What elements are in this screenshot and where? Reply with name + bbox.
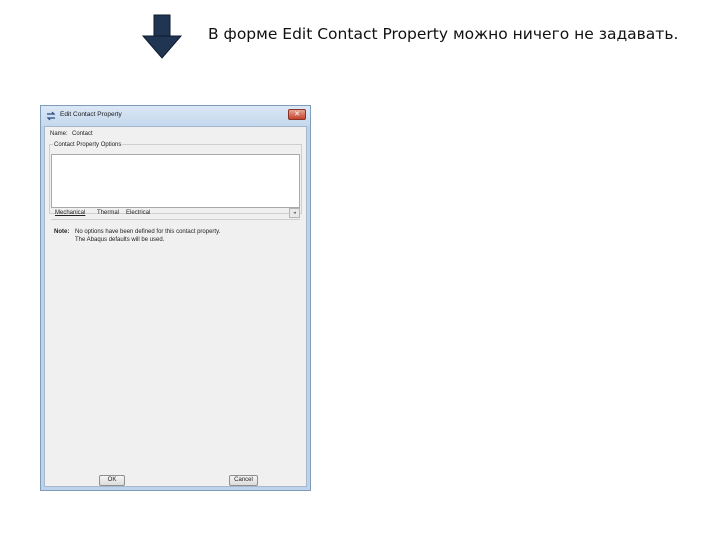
edit-contact-property-dialog: Edit Contact Property ✕ Name: Contact Co… — [40, 105, 311, 491]
close-icon: ✕ — [294, 111, 300, 118]
dialog-title: Edit Contact Property — [60, 111, 122, 118]
close-button[interactable]: ✕ — [288, 109, 306, 120]
note-label: Note: — [54, 229, 70, 235]
chevron-left-icon: ◂ — [293, 210, 296, 216]
dialog-titlebar[interactable]: Edit Contact Property ✕ — [41, 106, 310, 126]
note-line-1: No options have been defined for this co… — [75, 229, 221, 235]
name-label: Name: — [50, 131, 68, 137]
note-line-2: The Abaqus defaults will be used. — [75, 237, 165, 243]
slide: В форме Edit Contact Property можно ниче… — [0, 0, 720, 540]
menu-tab-strip: Mechanical Thermal Electrical ◂ — [51, 208, 300, 220]
tab-electrical[interactable]: Electrical — [126, 210, 150, 216]
tab-thermal[interactable]: Thermal — [97, 210, 119, 216]
down-arrow-icon — [141, 14, 183, 59]
tab-mechanical[interactable]: Mechanical — [55, 210, 85, 216]
options-list[interactable] — [51, 154, 300, 208]
slide-caption: В форме Edit Contact Property можно ниче… — [208, 25, 679, 43]
tab-scroll-button[interactable]: ◂ — [289, 208, 300, 218]
group-label: Contact Property Options — [53, 142, 123, 148]
name-value: Contact — [72, 131, 93, 137]
cancel-button[interactable]: Cancel — [229, 475, 258, 486]
contact-property-icon — [46, 111, 56, 121]
dialog-client-area: Name: Contact Contact Property Options M… — [44, 126, 307, 487]
ok-button[interactable]: OK — [99, 475, 125, 486]
